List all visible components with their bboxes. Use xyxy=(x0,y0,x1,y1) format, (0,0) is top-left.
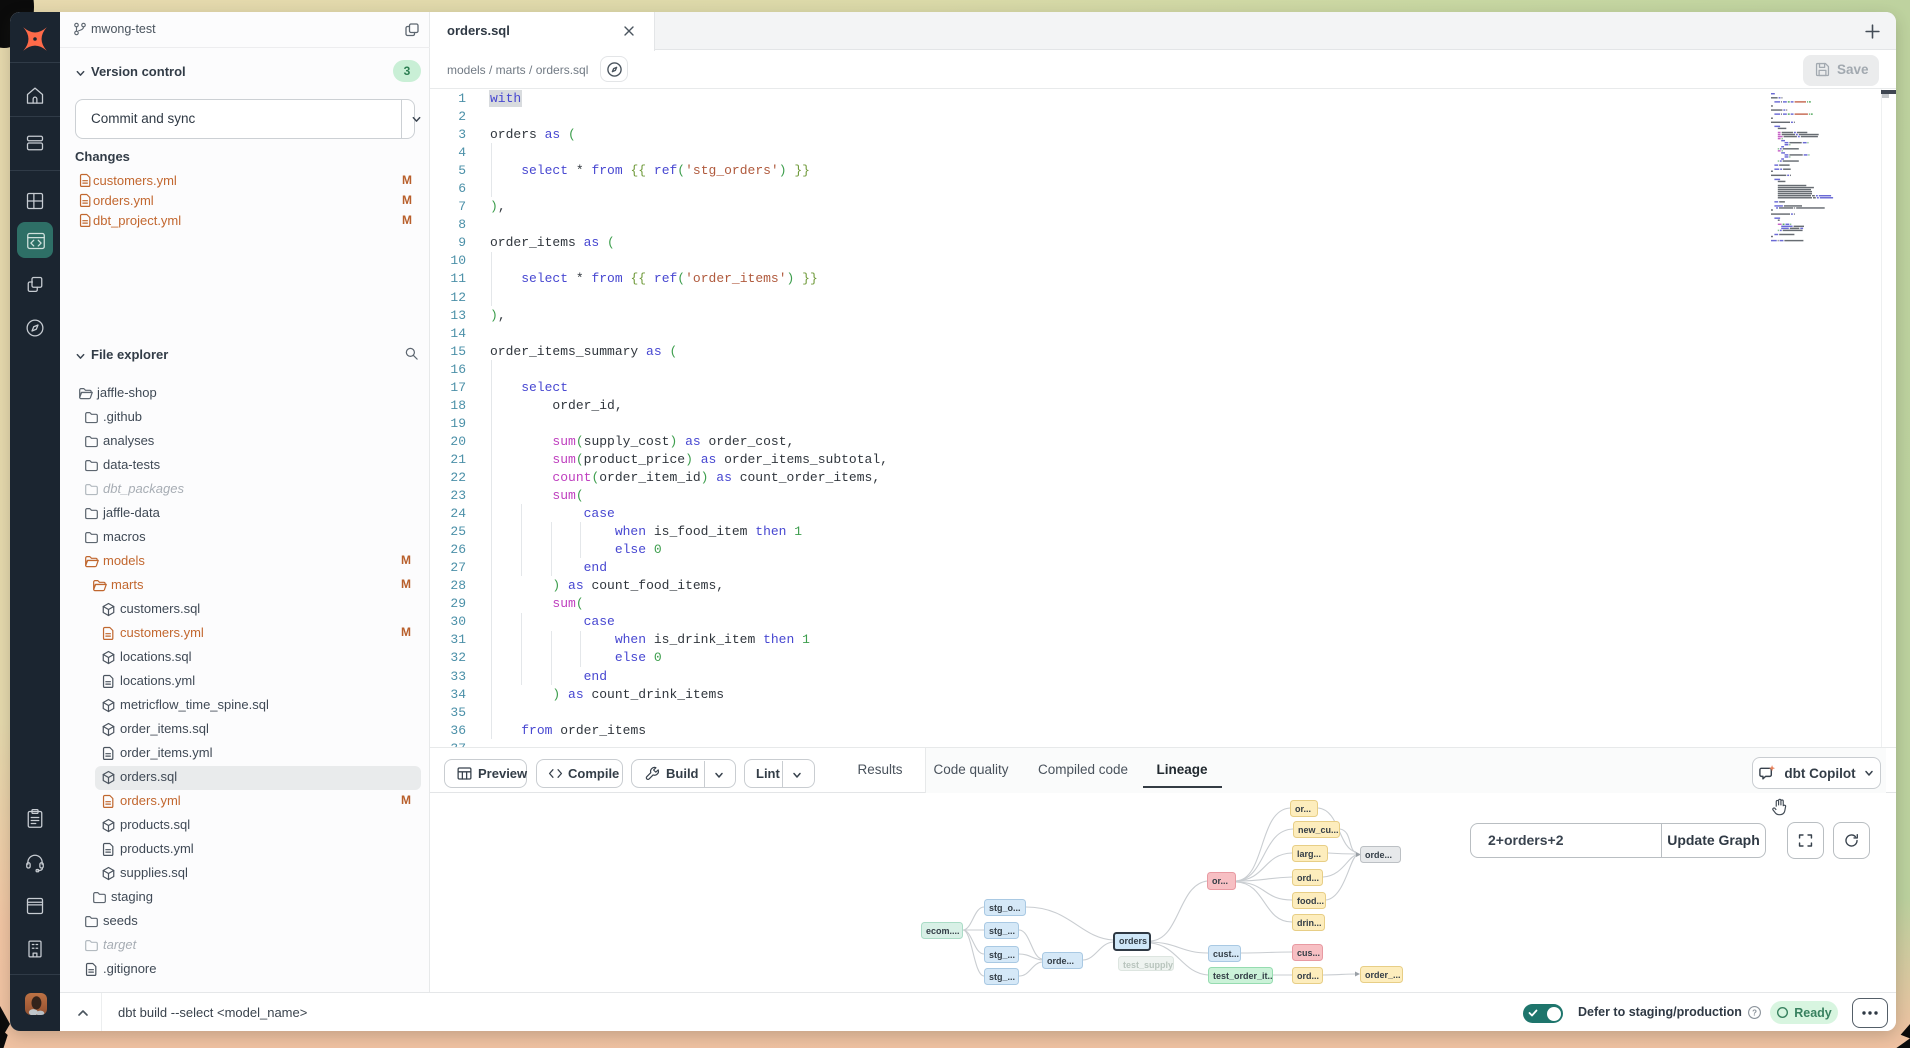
svg-text:?: ? xyxy=(1752,1008,1757,1017)
